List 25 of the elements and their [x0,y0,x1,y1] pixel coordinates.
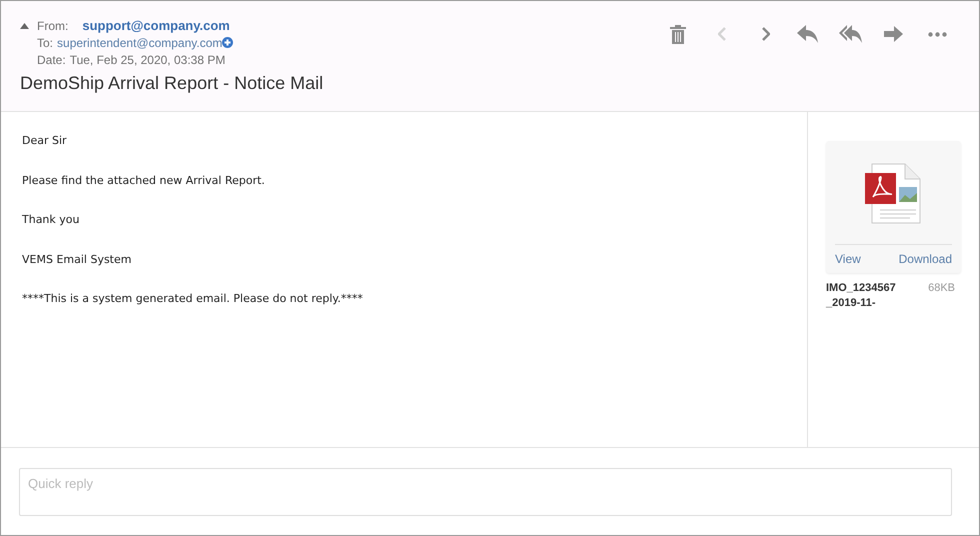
to-label: To: [37,34,54,52]
attachment-name: IMO_1234567 _2019-11- [826,281,896,311]
download-link[interactable]: Download [898,250,952,268]
pdf-file-icon[interactable] [864,163,922,225]
add-contact-icon[interactable] [222,37,234,48]
next-icon [760,27,770,41]
message-paragraph: ****This is a system generated email. Please do not reply.**** [22,291,364,307]
recipient-address[interactable]: superintendent@company.com [57,34,222,52]
date-label: Date: [37,52,66,68]
reply-all-icon [839,23,863,45]
email-subject: DemoShip Arrival Report - Notice Mail [20,72,324,95]
message-paragraph: VEMS Email System [22,252,132,268]
quick-reply-field[interactable]: Quick reply [19,468,952,516]
message-paragraph: Dear Sir [22,133,68,149]
attachment-size: 68KB [928,281,956,296]
more-icon [928,32,946,36]
sender-address[interactable]: support@company.com [82,16,230,36]
date-value: Tue, Feb 25, 2020, 03:38 PM [70,52,226,68]
view-link[interactable]: View [835,250,861,268]
previous-icon [718,27,726,41]
message-paragraph: Thank you [22,212,80,228]
reply-icon [796,23,820,45]
collapse-caret-icon[interactable] [20,22,29,28]
message-paragraph: Please find the attached new Arrival Report. [22,172,266,188]
from-label: From: [37,18,68,34]
